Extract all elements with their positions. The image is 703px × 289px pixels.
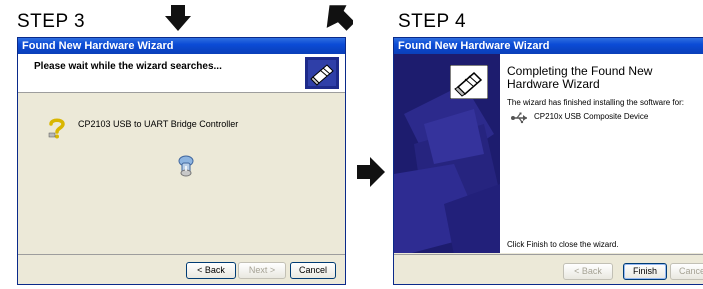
step4-close-text: Click Finish to close the wizard. xyxy=(507,240,619,249)
step4-titlebar[interactable]: Found New Hardware Wizard xyxy=(394,38,703,54)
step4-wizard-window: Found New Hardware Wizard Completing the… xyxy=(393,37,703,285)
step4-button-separator xyxy=(394,254,703,255)
hardware-wizard-icon xyxy=(305,57,339,89)
step3-next-button[interactable]: Next > xyxy=(238,262,286,279)
step4-label: STEP 4 xyxy=(398,11,467,32)
step3-titlebar[interactable]: Found New Hardware Wizard xyxy=(18,38,345,54)
right-arrow-icon xyxy=(357,157,385,187)
step3-header-band: Please wait while the wizard searches... xyxy=(18,54,345,93)
step4-heading-line1: Completing the Found New xyxy=(507,64,653,78)
step3-header-text: Please wait while the wizard searches... xyxy=(34,61,222,72)
usb-icon xyxy=(511,112,527,124)
step4-back-button[interactable]: < Back xyxy=(563,263,613,280)
step3-back-button[interactable]: < Back xyxy=(186,262,236,279)
step4-device-name: CP210x USB Composite Device xyxy=(534,112,649,121)
step3-wizard-window: Found New Hardware Wizard Please wait wh… xyxy=(17,37,346,285)
step4-finish-button[interactable]: Finish xyxy=(623,263,667,280)
step4-cancel-button[interactable]: Cancel xyxy=(670,263,703,280)
step3-cancel-button[interactable]: Cancel xyxy=(290,262,336,279)
down-arrow-icon xyxy=(165,5,191,31)
question-mark-icon xyxy=(48,118,65,139)
step4-banner-panel xyxy=(394,54,500,253)
search-flashlight-icon xyxy=(178,155,194,177)
step4-finished-text: The wizard has finished installing the s… xyxy=(507,98,684,107)
step3-label: STEP 3 xyxy=(17,11,86,32)
step4-heading-line2: Hardware Wizard xyxy=(507,77,600,91)
step3-device-name: CP2103 USB to UART Bridge Controller xyxy=(78,119,239,129)
hardware-wizard-icon xyxy=(450,65,488,99)
step4-content-area: Completing the Found New Hardware Wizard… xyxy=(500,54,703,253)
diagonal-arrow-icon xyxy=(326,5,353,31)
step3-button-separator xyxy=(18,254,345,255)
